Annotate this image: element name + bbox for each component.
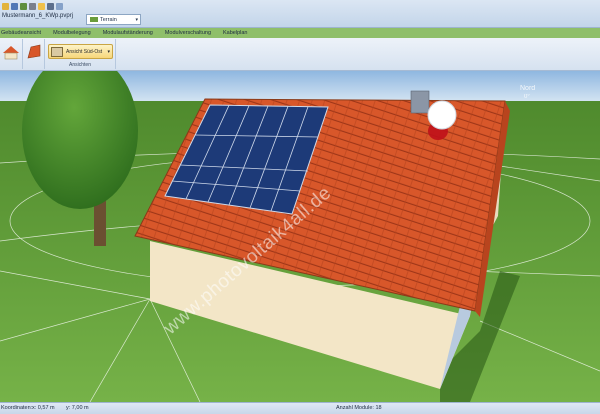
open-icon[interactable] (2, 3, 9, 10)
print-icon[interactable] (29, 3, 36, 10)
ribbon-group-house (0, 39, 23, 69)
compass-degree-label: 0° (524, 94, 530, 100)
copy-icon[interactable] (47, 3, 54, 10)
tab-gebaeudeansicht[interactable]: Gebäudeansicht (0, 28, 47, 38)
tab-kabelplan[interactable]: Kabelplan (217, 28, 253, 38)
ribbon-group-caption: Ansichten (69, 62, 91, 68)
chimney (410, 90, 430, 114)
edit-icon[interactable] (38, 3, 45, 10)
undo-icon[interactable] (20, 3, 27, 10)
ribbon-group-roof (23, 39, 45, 69)
terrain-select[interactable]: Terrain ▾ (86, 14, 141, 25)
tab-modulverschaltung[interactable]: Modulverschaltung (159, 28, 217, 38)
status-module-count: Anzahl Module: 18 (336, 405, 382, 411)
house-icon[interactable] (1, 42, 21, 62)
chevron-down-icon: ▾ (107, 48, 110, 55)
view-southeast-label: Ansicht Süd-Ost (66, 48, 103, 55)
quick-access-toolbar (2, 2, 36, 11)
save-icon[interactable] (11, 3, 18, 10)
roof-icon[interactable] (24, 42, 44, 62)
status-bar: Koordinaten: x: 0,57 m y: 7,00 m Anzahl … (0, 402, 600, 414)
status-x: x: 0,57 m (32, 405, 55, 411)
chevron-down-icon: ▾ (135, 16, 138, 23)
status-coordinates-label: Koordinaten: (1, 405, 33, 411)
satellite-dish[interactable] (427, 100, 457, 130)
status-y: y: 7,00 m (66, 405, 89, 411)
view-icon (51, 46, 63, 57)
title-bar: Mustermann_6_KWp.pvprj Terrain ▾ (0, 0, 600, 28)
compass-north-label: Nord (520, 85, 536, 92)
tab-modulaufstaenderung[interactable]: Modulaufständerung (97, 28, 159, 38)
quick-access-toolbar-2 (38, 2, 63, 11)
help-icon[interactable] (56, 3, 63, 10)
terrain-swatch (90, 17, 98, 22)
scene (0, 71, 600, 402)
ribbon-tabs: Gebäudeansicht Modulbelegung Modulaufstä… (0, 28, 253, 38)
window-title: Mustermann_6_KWp.pvprj (2, 13, 74, 19)
terrain-select-value: Terrain (100, 16, 117, 23)
tab-modulbelegung[interactable]: Modulbelegung (47, 28, 97, 38)
3d-viewport[interactable]: Nord 0° www.photovoltaik4all.de (0, 71, 600, 402)
view-southeast-button[interactable]: Ansicht Süd-Ost ▾ (48, 44, 113, 59)
